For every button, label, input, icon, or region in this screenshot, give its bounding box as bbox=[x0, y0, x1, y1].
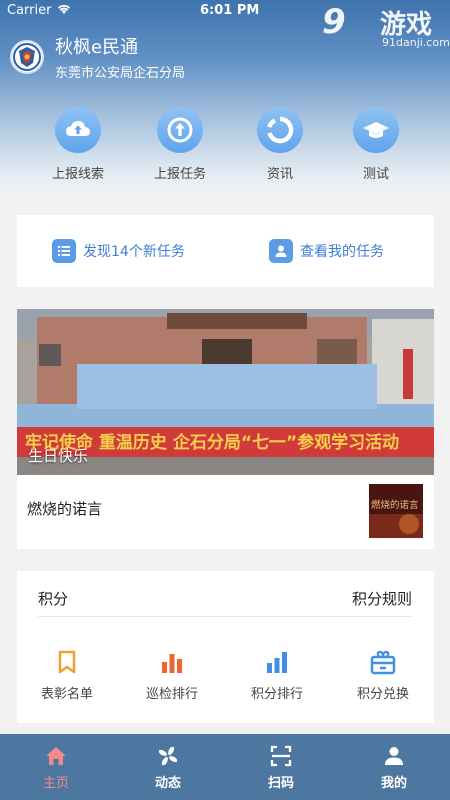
honor-list-button[interactable]: 表彰名单 bbox=[22, 649, 112, 709]
watermark: 9 游戏 91danji.com bbox=[322, 2, 450, 52]
news-thumbnail[interactable]: 燃烧的诺言 bbox=[369, 484, 423, 538]
report-clue-button[interactable]: 上报线索 bbox=[38, 107, 118, 187]
carrier-label: Carrier bbox=[7, 3, 52, 18]
news-card[interactable]: 牢记使命 重温历史 企石分局“七一”参观学习活动 生日快乐 燃烧的诺言 燃烧的诺… bbox=[17, 309, 434, 549]
user-card-icon bbox=[269, 239, 293, 263]
pinwheel-icon bbox=[158, 746, 178, 766]
bottom-tab-bar: 主页 动态 扫码 我的 bbox=[0, 734, 450, 800]
tab-home[interactable]: 主页 bbox=[21, 744, 91, 796]
tab-profile[interactable]: 我的 bbox=[359, 744, 429, 796]
news-button[interactable]: 资讯 bbox=[240, 107, 320, 187]
new-tasks-button[interactable]: 发现14个新任务 bbox=[52, 238, 185, 264]
patrol-ranking-button[interactable]: 巡检排行 bbox=[127, 649, 217, 709]
news-title[interactable]: 燃烧的诺言 bbox=[27, 498, 102, 519]
points-ranking-button[interactable]: 积分排行 bbox=[232, 649, 322, 709]
quick-action-label: 上报任务 bbox=[153, 167, 206, 182]
scan-icon bbox=[270, 745, 292, 767]
tab-label: 扫码 bbox=[267, 776, 294, 791]
points-exchange-button[interactable]: 积分兑换 bbox=[338, 649, 428, 709]
test-button[interactable]: 测试 bbox=[336, 107, 416, 187]
bar-chart-icon bbox=[162, 654, 182, 673]
points-item-label: 积分兑换 bbox=[356, 687, 409, 702]
news-photo[interactable]: 牢记使命 重温历史 企石分局“七一”参观学习活动 生日快乐 bbox=[17, 309, 434, 475]
my-tasks-label: 查看我的任务 bbox=[300, 244, 384, 260]
police-badge-logo bbox=[10, 40, 44, 74]
user-icon bbox=[385, 747, 403, 765]
app-title: 秋枫e民通 bbox=[55, 37, 139, 58]
points-rules-link[interactable]: 积分规则 bbox=[352, 588, 412, 609]
my-tasks-button[interactable]: 查看我的任务 bbox=[269, 238, 384, 264]
points-item-label: 积分排行 bbox=[250, 687, 303, 702]
divider bbox=[38, 616, 413, 617]
points-item-label: 巡检排行 bbox=[145, 687, 198, 702]
report-task-button[interactable]: 上报任务 bbox=[140, 107, 220, 187]
new-tasks-label: 发现14个新任务 bbox=[83, 244, 185, 260]
status-time: 6:01 PM bbox=[200, 3, 260, 18]
app-subtitle: 东莞市公安局企石分局 bbox=[55, 66, 186, 81]
points-item-label: 表彰名单 bbox=[40, 687, 93, 702]
bookmark-icon bbox=[58, 650, 76, 674]
quick-action-label: 测试 bbox=[362, 167, 389, 182]
quick-actions: 上报线索 上报任务 资讯 测试 bbox=[0, 107, 450, 187]
points-title: 积分 bbox=[38, 590, 69, 608]
quick-action-label: 资讯 bbox=[266, 167, 293, 182]
wifi-icon bbox=[57, 4, 71, 14]
home-icon bbox=[46, 747, 66, 765]
watermark-number: 9 bbox=[322, 2, 346, 42]
refresh-circle-icon bbox=[257, 107, 303, 153]
tasks-card: 发现14个新任务 查看我的任务 bbox=[17, 215, 434, 287]
tab-scan[interactable]: 扫码 bbox=[246, 744, 316, 796]
tab-label: 主页 bbox=[42, 776, 69, 791]
gift-icon bbox=[370, 650, 396, 675]
graduation-cap-icon bbox=[353, 107, 399, 153]
thumbnail-text: 燃烧的诺言 bbox=[371, 499, 419, 511]
tab-feed[interactable]: 动态 bbox=[133, 744, 203, 796]
list-icon bbox=[52, 239, 76, 263]
news-caption: 生日快乐 bbox=[28, 447, 89, 465]
watermark-url: 91danji.com bbox=[382, 36, 450, 49]
quick-action-label: 上报线索 bbox=[51, 167, 104, 182]
tab-label: 我的 bbox=[380, 776, 407, 791]
cloud-upload-icon bbox=[55, 107, 101, 153]
points-card: 积分 积分规则 表彰名单 巡检排行 积分排行 积分兑换 bbox=[17, 571, 434, 723]
arrow-up-circle-icon bbox=[157, 107, 203, 153]
tab-label: 动态 bbox=[154, 776, 181, 791]
bar-chart-icon bbox=[267, 652, 287, 673]
